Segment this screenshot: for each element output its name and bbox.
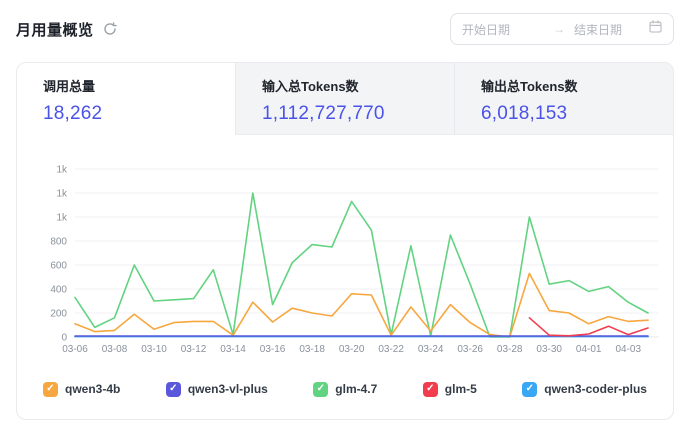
svg-text:400: 400 — [50, 285, 67, 296]
svg-text:1k: 1k — [56, 213, 68, 224]
svg-text:03-26: 03-26 — [457, 344, 483, 355]
legend-item-qwen3-vl-plus[interactable]: ✓ qwen3-vl-plus — [166, 382, 268, 397]
svg-text:03-12: 03-12 — [181, 344, 207, 355]
legend-item-glm-5[interactable]: ✓ glm-5 — [423, 382, 477, 397]
tab-input-tokens[interactable]: 输入总Tokens数 1,112,727,770 — [235, 63, 454, 135]
refresh-icon[interactable] — [102, 21, 118, 37]
svg-text:03-10: 03-10 — [141, 344, 167, 355]
legend-label: qwen3-4b — [65, 382, 120, 396]
date-range-picker[interactable]: 开始日期 → 结束日期 — [450, 13, 674, 45]
checkbox-checked-icon[interactable]: ✓ — [166, 382, 181, 397]
svg-text:03-30: 03-30 — [536, 344, 562, 355]
end-date-input[interactable]: 结束日期 — [574, 21, 649, 38]
svg-text:03-14: 03-14 — [220, 344, 246, 355]
line-chart-canvas: 0 200 400 600 800 1k 1k 1k 03-06 03-08 03-10 03-12 0… — [17, 135, 673, 367]
usage-line-chart: 0 200 400 600 800 1k 1k 1k 03-06 03-08 03-10 03-12 0… — [17, 135, 673, 367]
tab-value: 1,112,727,770 — [262, 103, 454, 125]
checkbox-checked-icon[interactable]: ✓ — [43, 382, 58, 397]
legend-label: glm-5 — [445, 382, 477, 396]
checkbox-checked-icon[interactable]: ✓ — [522, 382, 537, 397]
svg-text:04-03: 04-03 — [615, 344, 641, 355]
start-date-input[interactable]: 开始日期 — [462, 21, 544, 38]
series-line-qwen3-4b — [75, 273, 648, 337]
legend-item-glm-4.7[interactable]: ✓ glm-4.7 — [313, 382, 377, 397]
svg-text:03-16: 03-16 — [260, 344, 286, 355]
legend-label: qwen3-vl-plus — [188, 382, 268, 396]
legend-label: qwen3-coder-plus — [544, 382, 647, 396]
checkbox-checked-icon[interactable]: ✓ — [423, 382, 438, 397]
svg-text:03-20: 03-20 — [339, 344, 365, 355]
svg-text:200: 200 — [50, 309, 67, 320]
page-header: 月用量概览 开始日期 → 结束日期 — [16, 12, 674, 46]
tab-label: 输出总Tokens数 — [481, 76, 673, 95]
svg-text:03-22: 03-22 — [378, 344, 404, 355]
svg-text:800: 800 — [50, 237, 67, 248]
legend-item-qwen3-coder-plus[interactable]: ✓ qwen3-coder-plus — [522, 382, 647, 397]
checkbox-checked-icon[interactable]: ✓ — [313, 382, 328, 397]
tab-label: 输入总Tokens数 — [262, 76, 454, 95]
svg-text:600: 600 — [50, 261, 67, 272]
tab-label: 调用总量 — [43, 76, 235, 95]
arrow-right-icon: → — [544, 22, 574, 36]
svg-text:03-18: 03-18 — [299, 344, 325, 355]
svg-text:1k: 1k — [56, 189, 68, 200]
calendar-icon — [649, 20, 662, 38]
chart-legend: ✓ qwen3-4b ✓ qwen3-vl-plus ✓ glm-4.7 ✓ glm-5 ✓ qw… — [17, 367, 673, 417]
svg-text:04-01: 04-01 — [576, 344, 602, 355]
stats-tabs: 调用总量 18,262 输入总Tokens数 1,112,727,770 输出总… — [17, 63, 673, 135]
legend-label: glm-4.7 — [335, 382, 377, 396]
page-title: 月用量概览 — [16, 19, 94, 40]
legend-item-qwen3-4b[interactable]: ✓ qwen3-4b — [43, 382, 120, 397]
tab-total-calls[interactable]: 调用总量 18,262 — [17, 63, 235, 135]
usage-overview-card: 调用总量 18,262 输入总Tokens数 1,112,727,770 输出总… — [16, 62, 674, 420]
svg-text:1k: 1k — [56, 165, 68, 176]
tab-output-tokens[interactable]: 输出总Tokens数 6,018,153 — [454, 63, 673, 135]
svg-text:0: 0 — [61, 333, 67, 344]
tab-value: 18,262 — [43, 103, 235, 125]
tab-value: 6,018,153 — [481, 103, 673, 125]
svg-text:03-06: 03-06 — [62, 344, 88, 355]
svg-text:03-24: 03-24 — [418, 344, 444, 355]
svg-text:03-08: 03-08 — [102, 344, 128, 355]
svg-text:03-28: 03-28 — [497, 344, 523, 355]
